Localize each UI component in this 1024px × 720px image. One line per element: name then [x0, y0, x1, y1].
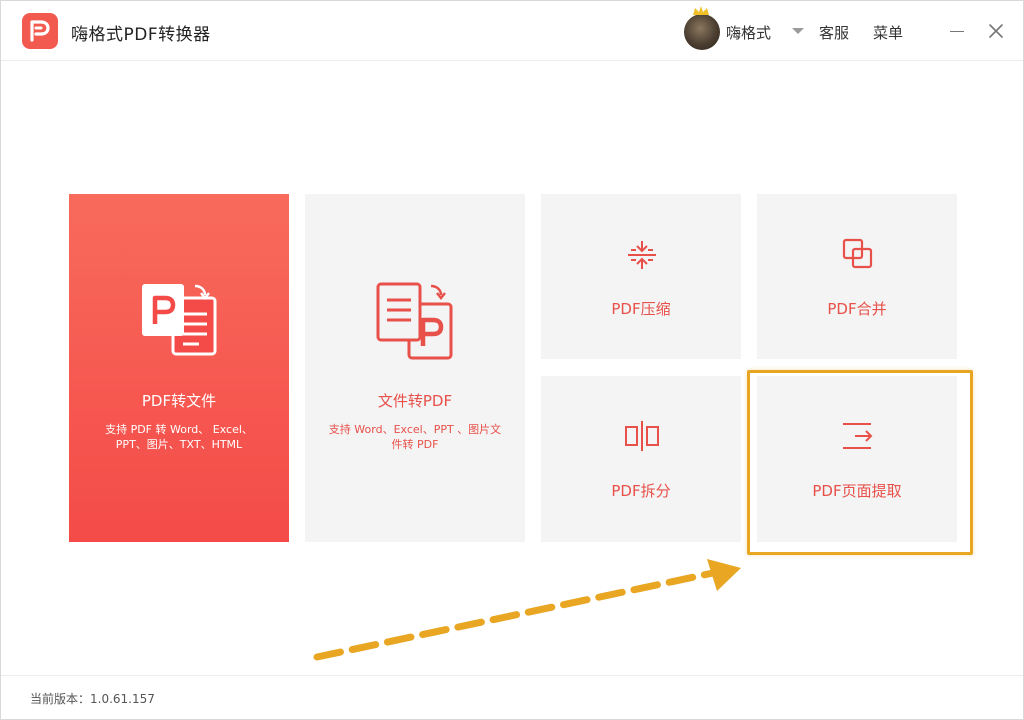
file-to-pdf-label: 文件转PDF [377, 392, 453, 410]
status-footer: 当前版本：1.0.61.157 [1, 675, 1023, 719]
extract-icon [843, 423, 873, 449]
customer-service-button[interactable]: 客服 [819, 22, 849, 43]
split-icon [625, 421, 659, 451]
pdf-page-extract-label: PDF页面提取 [812, 482, 902, 500]
minimize-icon[interactable] [947, 19, 967, 43]
pdf-to-file-label: PDF转文件 [141, 392, 217, 410]
merge-icon [842, 238, 873, 269]
crown-icon [693, 6, 709, 15]
title-bar: 嗨格式PDF转换器 嗨格式 客服 菜单 [1, 1, 1023, 61]
pdf-compress-card[interactable]: PDF压缩 [541, 194, 741, 359]
pdf-compress-label: PDF压缩 [611, 300, 671, 318]
dashed-arrow-annotation [313, 559, 741, 661]
pdf-to-file-desc-line2: PPT、图片、TXT、HTML [115, 438, 243, 451]
compress-icon [628, 241, 656, 269]
pdf-split-card[interactable]: PDF拆分 [541, 376, 741, 542]
close-icon[interactable] [985, 19, 1007, 43]
document-to-pdf-icon [376, 282, 453, 360]
pdf-page-extract-card[interactable]: PDF页面提取 [757, 376, 957, 542]
file-to-pdf-desc-line1: 支持 Word、Excel、PPT 、图片文 [328, 423, 502, 436]
pdf-merge-card[interactable]: PDF合并 [757, 194, 957, 359]
user-avatar[interactable] [684, 6, 720, 50]
pdf-split-label: PDF拆分 [611, 482, 671, 500]
pdf-to-file-desc-line1: 支持 PDF 转 Word、 Excel、 [105, 423, 253, 436]
caret-down-icon[interactable] [792, 28, 804, 34]
file-to-pdf-card[interactable]: 文件转PDF 支持 Word、Excel、PPT 、图片文 件转 PDF [305, 194, 525, 542]
app-window: 嗨格式PDF转换器 嗨格式 客服 菜单 PDF转文件 支持 PDF 转 Word… [0, 0, 1024, 720]
app-title: 嗨格式PDF转换器 [71, 25, 211, 45]
app-logo-icon [22, 13, 58, 49]
pdf-to-file-card[interactable]: PDF转文件 支持 PDF 转 Word、 Excel、 PPT、图片、TXT、… [69, 194, 289, 542]
pdf-to-document-icon [142, 284, 217, 356]
menu-button[interactable]: 菜单 [873, 22, 903, 43]
file-to-pdf-desc-line2: 件转 PDF [391, 438, 439, 451]
pdf-merge-label: PDF合并 [827, 300, 887, 318]
username[interactable]: 嗨格式 [726, 22, 771, 43]
version-label: 当前版本：1.0.61.157 [30, 692, 155, 706]
